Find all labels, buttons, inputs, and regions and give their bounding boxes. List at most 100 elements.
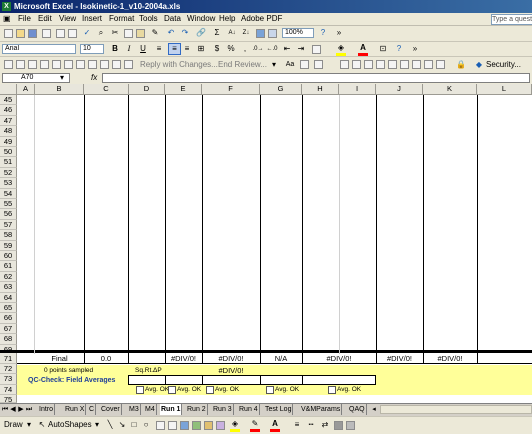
- tab-m3[interactable]: M3: [128, 404, 141, 415]
- font-style-icon[interactable]: Aa: [284, 60, 296, 70]
- arrow-style-icon[interactable]: ⇄: [320, 420, 330, 430]
- control-toolbox-icon[interactable]: [300, 60, 309, 69]
- help-question-input[interactable]: Type a question: [491, 14, 532, 25]
- row-header[interactable]: 52: [0, 167, 17, 179]
- cell-final-k[interactable]: #DIV/0!: [423, 354, 477, 363]
- line-color-icon[interactable]: ✎: [250, 419, 260, 432]
- paste-icon[interactable]: [136, 29, 145, 38]
- tab-run-4[interactable]: Run 4: [238, 404, 260, 415]
- dash-style-icon[interactable]: ┅: [306, 420, 316, 430]
- font-color-icon[interactable]: A: [358, 43, 368, 56]
- line-style-icon[interactable]: ≡: [292, 420, 302, 430]
- select-all-corner[interactable]: [0, 84, 17, 95]
- row-header[interactable]: 63: [0, 282, 17, 293]
- row-header[interactable]: 73: [0, 374, 17, 385]
- tab-c[interactable]: C: [88, 404, 97, 415]
- row-header[interactable]: 50: [0, 147, 17, 158]
- row-header[interactable]: 55: [0, 199, 17, 210]
- cell-final-f[interactable]: #DIV/0!: [202, 354, 260, 363]
- spelling-icon[interactable]: ✓: [82, 28, 92, 38]
- cell-final-j[interactable]: #DIV/0!: [376, 354, 423, 363]
- undo-icon[interactable]: ↶: [166, 28, 176, 38]
- tab-vm-params[interactable]: V&MParams: [300, 404, 343, 415]
- tab-run-1[interactable]: Run 1: [160, 404, 183, 415]
- tab-scroll-icon[interactable]: ◂: [370, 405, 378, 414]
- menu-edit[interactable]: Edit: [38, 14, 52, 24]
- zoom-select[interactable]: 100%: [282, 28, 314, 38]
- help-icon-2[interactable]: ?: [394, 44, 404, 54]
- align-right-icon[interactable]: ≡: [182, 44, 192, 54]
- save-icon[interactable]: [28, 29, 37, 38]
- row-header[interactable]: 71: [0, 354, 17, 364]
- next-sheet-icon[interactable]: ▶: [17, 405, 25, 414]
- form-scrollbar-icon[interactable]: [88, 60, 97, 69]
- row-header[interactable]: 62: [0, 271, 17, 283]
- menu-tools[interactable]: Tools: [139, 14, 158, 24]
- sort-descending-icon[interactable]: Z↓: [240, 28, 252, 38]
- formula-input[interactable]: [102, 73, 530, 83]
- menu-data[interactable]: Data: [164, 14, 181, 24]
- tab-run-3[interactable]: Run 3: [212, 404, 234, 415]
- security-shield-icon[interactable]: ◆: [474, 60, 484, 70]
- options-chevron-icon-2[interactable]: »: [410, 44, 420, 54]
- col-header-j[interactable]: J: [376, 84, 423, 95]
- decrease-decimal-icon[interactable]: ←.0: [266, 44, 278, 54]
- reply-with-changes-button[interactable]: Reply with Changes...: [140, 60, 218, 70]
- row-header[interactable]: 49: [0, 136, 17, 147]
- row-header[interactable]: 61: [0, 261, 17, 272]
- textbox-tool-icon[interactable]: [156, 421, 165, 430]
- italic-button[interactable]: I: [124, 44, 134, 54]
- cell-final-e[interactable]: #DIV/0!: [165, 354, 202, 363]
- comma-button[interactable]: ,: [240, 44, 250, 54]
- border-style-icon[interactable]: ⊡: [378, 44, 388, 54]
- horizontal-scrollbar[interactable]: [380, 405, 532, 414]
- cell-sqrt-dp[interactable]: Sq.Rt.ΔP: [135, 366, 162, 375]
- form-combobox-icon[interactable]: [76, 60, 85, 69]
- tab-test-log[interactable]: Test Log: [264, 404, 294, 415]
- redo-icon[interactable]: ↷: [180, 28, 190, 38]
- copy-icon[interactable]: [124, 29, 133, 38]
- row-header[interactable]: 64: [0, 292, 17, 303]
- form-label-icon[interactable]: [4, 60, 13, 69]
- oval-tool-icon[interactable]: ○: [142, 420, 150, 430]
- fill-color-icon[interactable]: ◈: [336, 43, 346, 56]
- decrease-indent-icon[interactable]: ⇤: [282, 44, 292, 54]
- open-icon[interactable]: [16, 29, 25, 38]
- research-icon[interactable]: ⌕: [96, 28, 106, 38]
- cell-final-g[interactable]: N/A: [260, 354, 302, 363]
- permission-icon[interactable]: [42, 29, 51, 38]
- col-header-g[interactable]: G: [260, 84, 302, 95]
- avg-ok-checkbox[interactable]: [206, 386, 214, 394]
- row-header[interactable]: 51: [0, 157, 17, 168]
- tab-qaq[interactable]: QAQ: [348, 404, 367, 415]
- qc-check-label[interactable]: QC-Check: Field Averages: [28, 376, 115, 385]
- cut-icon[interactable]: ✂: [110, 28, 120, 38]
- checkbox-control-icon[interactable]: [340, 60, 349, 69]
- merge-center-icon[interactable]: ⊞: [196, 44, 206, 54]
- col-header-c[interactable]: C: [84, 84, 129, 95]
- row-header[interactable]: 67: [0, 323, 17, 335]
- cell-sqrt-f[interactable]: #DIV/0!: [202, 366, 260, 375]
- image-control-icon[interactable]: [436, 60, 445, 69]
- bold-button[interactable]: B: [110, 44, 120, 54]
- avg-ok-checkbox[interactable]: [328, 386, 336, 394]
- spin-control-icon[interactable]: [400, 60, 409, 69]
- avg-ok-checkbox[interactable]: [136, 386, 144, 394]
- col-header-d[interactable]: D: [129, 84, 165, 95]
- autoshapes-chevron-down-icon[interactable]: ▾: [94, 420, 100, 430]
- tab-m4[interactable]: M4: [144, 404, 157, 415]
- menu-help[interactable]: Help: [219, 14, 235, 24]
- autoshapes-menu-button[interactable]: AutoShapes: [48, 420, 94, 430]
- row-header[interactable]: 66: [0, 313, 17, 324]
- cell-final-label[interactable]: Final: [35, 354, 84, 363]
- hyperlink-icon[interactable]: 🔗: [196, 28, 206, 38]
- form-option-icon[interactable]: [52, 60, 61, 69]
- form-spinner-icon[interactable]: [100, 60, 109, 69]
- line-tool-icon[interactable]: ╲: [106, 420, 114, 430]
- avg-ok-checkbox[interactable]: [168, 386, 176, 394]
- col-header-k[interactable]: K: [423, 84, 477, 95]
- tab-cover[interactable]: Cover: [100, 404, 122, 415]
- col-header-h[interactable]: H: [302, 84, 339, 95]
- select-objects-icon[interactable]: ↖: [38, 420, 46, 430]
- col-header-a[interactable]: A: [17, 84, 35, 95]
